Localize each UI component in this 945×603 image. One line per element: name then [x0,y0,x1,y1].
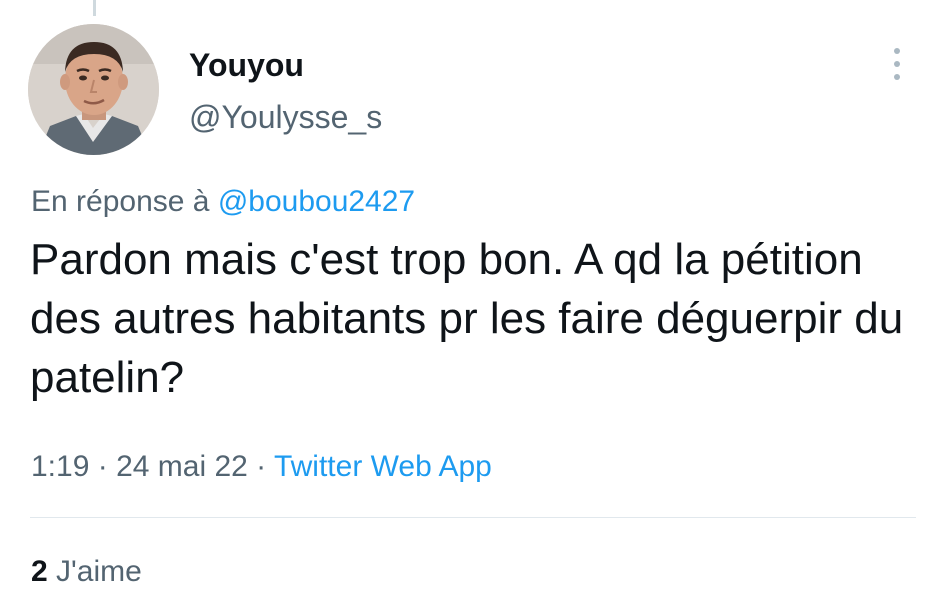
likes-label: J'aime [56,555,142,588]
tweet-meta: 1:19 · 24 mai 22 · Twitter Web App [31,448,492,486]
divider [30,517,916,518]
reply-prefix: En réponse à [31,185,210,218]
author-handle[interactable]: @Youlysse_s [189,97,382,137]
reply-mention-link[interactable]: @boubou2427 [218,185,415,218]
avatar-photo-icon [28,24,159,155]
more-dot-icon [894,61,900,67]
more-dot-icon [894,74,900,80]
more-options-button[interactable] [880,42,914,86]
likes-count: 2 [31,555,48,588]
tweet-source-link[interactable]: Twitter Web App [274,450,492,483]
likes-stat[interactable]: 2 J'aime [31,553,142,591]
meta-separator: · [256,450,267,483]
reply-context: En réponse à @boubou2427 [31,183,415,221]
tweet-text: Pardon mais c'est trop bon. A qd la péti… [30,235,904,402]
author-display-name[interactable]: Youyou [189,45,304,85]
tweet-date[interactable]: 24 mai 22 [116,450,248,483]
thread-connector-line [93,0,96,16]
meta-separator: · [97,450,108,483]
tweet-time[interactable]: 1:19 [31,450,89,483]
more-dot-icon [894,48,900,54]
avatar[interactable] [28,24,159,155]
